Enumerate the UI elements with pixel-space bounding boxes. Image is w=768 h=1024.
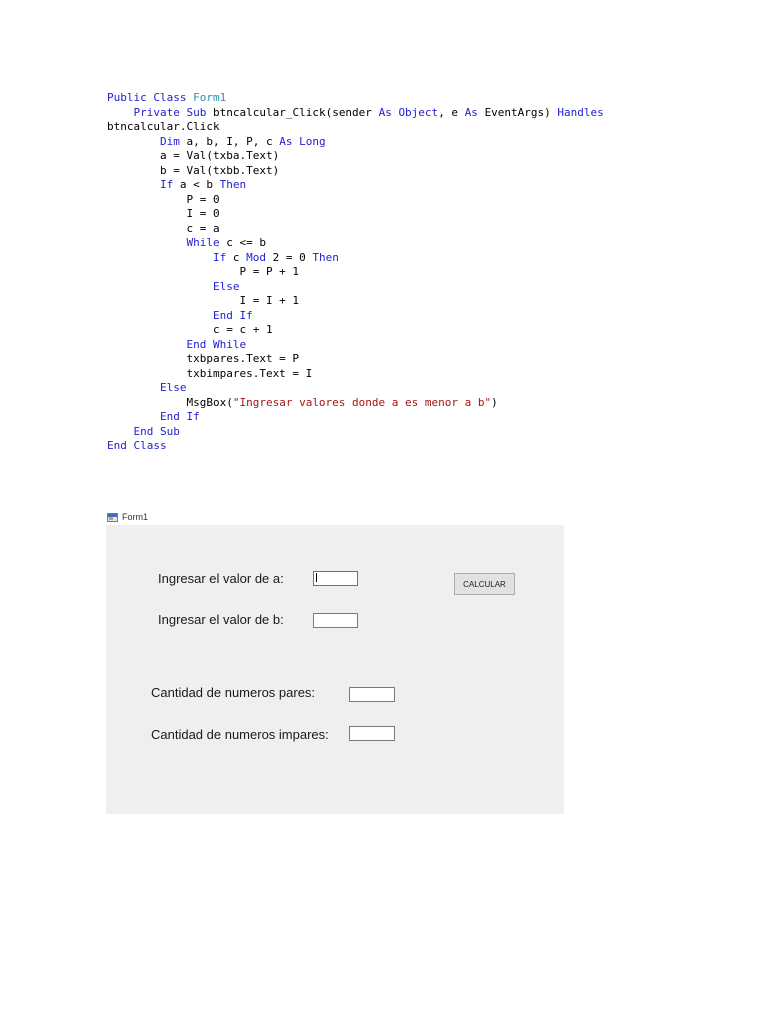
code-keyword: End If — [212, 308, 253, 322]
code-line: txbpares.Text = P — [107, 352, 604, 367]
code-keyword: Else — [212, 279, 240, 293]
code-line: txbimpares.Text = I — [107, 367, 604, 382]
code-text: P = 0 — [107, 192, 220, 206]
code-line: btncalcular.Click — [107, 120, 604, 135]
code-text: btncalcular.Click — [107, 120, 220, 133]
code-text: c — [232, 250, 247, 264]
code-line: Else — [107, 280, 604, 295]
code-listing: Public Class Form1 Private Sub btncalcul… — [107, 91, 604, 454]
form-titlebar: Form1 — [107, 510, 148, 524]
code-line: P = 0 — [107, 193, 604, 208]
code-line: I = I + 1 — [107, 294, 604, 309]
code-line: b = Val(txbb.Text) — [107, 164, 604, 179]
code-text: I = I + 1 — [107, 294, 300, 307]
code-keyword: Else — [159, 381, 187, 394]
code-text: a < b — [179, 178, 220, 191]
code-line: If c Mod 2 = 0 Then — [107, 251, 604, 266]
code-keyword: End Sub — [133, 424, 180, 438]
code-line: End Class — [107, 439, 604, 454]
code-line: If a < b Then — [107, 178, 604, 193]
code-keyword: As — [378, 105, 399, 119]
code-keyword: As Long — [279, 134, 326, 148]
label-value-b: Ingresar el valor de b: — [158, 612, 284, 627]
code-keyword: Handles — [557, 105, 604, 119]
code-line: Private Sub btncalcular_Click(sender As … — [107, 106, 604, 121]
code-text: c = c + 1 — [107, 323, 273, 336]
code-text: btncalcular_Click(sender — [212, 105, 379, 119]
form-client-area: Ingresar el valor de a: CALCULAR Ingresa… — [106, 525, 564, 814]
input-a-wrapper — [313, 571, 358, 586]
input-impares[interactable] — [349, 726, 395, 741]
form-window-icon — [107, 512, 118, 522]
code-type: Form1 — [193, 91, 227, 104]
code-keyword: End Class — [107, 439, 167, 452]
code-line: Else — [107, 381, 604, 396]
code-text: b = Val(txbb.Text) — [107, 163, 280, 177]
code-line: While c <= b — [107, 236, 604, 251]
text-caret — [316, 573, 317, 582]
code-text: c <= b — [226, 236, 266, 249]
code-keyword: End While — [186, 337, 247, 351]
code-text: , e — [438, 105, 465, 119]
code-line: End Sub — [107, 425, 604, 440]
code-line: End If — [107, 410, 604, 425]
code-text: ) — [491, 395, 498, 409]
code-text: c = a — [107, 221, 220, 235]
code-text: EventArgs) — [484, 105, 558, 119]
code-keyword: Then — [312, 250, 339, 264]
code-string: "Ingresar valores donde a es menor a b" — [232, 395, 492, 409]
code-line: Dim a, b, I, P, c As Long — [107, 135, 604, 150]
code-keyword: Private Sub — [133, 105, 213, 119]
label-impares: Cantidad de numeros impares: — [151, 727, 329, 742]
code-text: I = 0 — [107, 207, 220, 220]
code-keyword: As — [464, 105, 485, 119]
code-line: P = P + 1 — [107, 265, 604, 280]
code-line: End While — [107, 338, 604, 353]
code-text: a, b, I, P, c — [186, 134, 280, 148]
code-line: I = 0 — [107, 207, 604, 222]
code-text: P = P + 1 — [107, 265, 300, 278]
form-title: Form1 — [122, 512, 149, 522]
label-pares: Cantidad de numeros pares: — [151, 685, 316, 700]
input-value-a[interactable] — [313, 571, 358, 586]
input-pares[interactable] — [349, 687, 395, 702]
code-text: 2 = 0 — [272, 250, 313, 264]
code-line: End If — [107, 309, 604, 324]
calcular-button[interactable]: CALCULAR — [454, 573, 515, 595]
code-line: Public Class Form1 — [107, 91, 604, 106]
input-value-b[interactable] — [313, 613, 358, 628]
code-keyword: While — [186, 236, 227, 249]
code-keyword: Dim — [159, 134, 187, 148]
code-line: a = Val(txba.Text) — [107, 149, 604, 164]
code-line: MsgBox("Ingresar valores donde a es meno… — [107, 396, 604, 411]
code-text: a = Val(txba.Text) — [107, 149, 280, 162]
code-keyword: If — [159, 178, 180, 191]
code-keyword: Object — [398, 105, 439, 119]
code-text: MsgBox( — [107, 395, 233, 409]
code-keyword: End If — [159, 410, 200, 423]
code-keyword: If — [212, 250, 233, 264]
label-value-a: Ingresar el valor de a: — [158, 571, 284, 586]
code-keyword: Public Class — [107, 91, 194, 104]
code-line: c = a — [107, 222, 604, 237]
code-keyword: Then — [219, 178, 247, 191]
code-keyword: Mod — [246, 250, 273, 264]
code-line: c = c + 1 — [107, 323, 604, 338]
code-text: txbpares.Text = P — [107, 352, 300, 365]
code-text: txbimpares.Text = I — [107, 366, 313, 380]
